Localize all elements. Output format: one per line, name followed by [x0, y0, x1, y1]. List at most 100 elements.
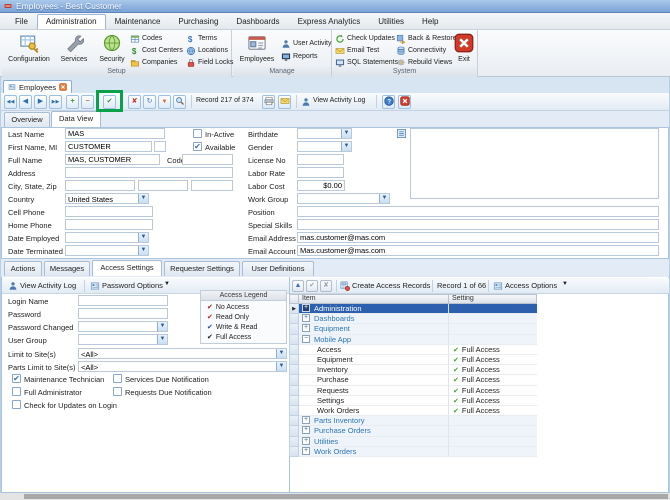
middle-initial-input[interactable]	[154, 141, 166, 152]
tab-close-icon[interactable]	[59, 83, 67, 91]
grid-row-selector[interactable]	[289, 365, 299, 375]
birthdate-dropdown[interactable]: ▼	[297, 128, 352, 139]
grid-row-selector[interactable]	[289, 314, 299, 324]
grid-row-selector[interactable]	[289, 406, 299, 416]
grid-row-selector[interactable]	[289, 345, 299, 355]
access-grid-row-setting[interactable]: ✔Full Access	[449, 355, 537, 365]
tab-user-definitions[interactable]: User Definitions	[242, 261, 314, 276]
access-grid-row-item[interactable]: +Dashboards	[299, 314, 449, 324]
expand-node-icon[interactable]: +	[302, 304, 310, 312]
horizontal-scrollbar[interactable]	[24, 494, 668, 499]
state-input[interactable]	[138, 180, 188, 191]
refresh-button[interactable]: ↻	[143, 95, 156, 109]
full-administrator-checkbox[interactable]	[12, 387, 21, 396]
discard-button[interactable]: ✘	[320, 280, 332, 292]
grid-row-selector[interactable]	[289, 324, 299, 334]
menu-tab-maintenance[interactable]: Maintenance	[106, 14, 170, 29]
access-grid-row-item[interactable]: Equipment	[299, 355, 449, 365]
expand-node-icon[interactable]: +	[302, 447, 310, 455]
email-test-button[interactable]: Email Test	[335, 45, 379, 56]
special-skills-input[interactable]	[297, 219, 659, 230]
access-grid-row-setting[interactable]	[449, 416, 537, 426]
tab-data-view[interactable]: Data View	[51, 111, 101, 127]
chevron-down-icon[interactable]: ▼	[379, 194, 389, 203]
check-for-updates-checkbox[interactable]	[12, 400, 21, 409]
security-button[interactable]: Security	[94, 32, 130, 66]
password-changed-dropdown[interactable]: ▼	[78, 321, 168, 332]
code-input[interactable]	[182, 154, 233, 165]
access-grid-row-setting[interactable]: ✔Full Access	[449, 345, 537, 355]
grid-row-selector[interactable]	[289, 386, 299, 396]
access-grid-row-item[interactable]: Work Orders	[299, 406, 449, 416]
grid-row-selector[interactable]	[289, 375, 299, 385]
password-input[interactable]	[78, 308, 168, 319]
grid-row-selector[interactable]	[289, 335, 299, 345]
chevron-down-icon[interactable]: ▼	[157, 335, 167, 344]
user-group-dropdown[interactable]: ▼	[78, 334, 168, 345]
available-checkbox[interactable]: ✔	[193, 142, 202, 151]
locations-button[interactable]: Locations	[186, 45, 228, 56]
menu-tab-administration[interactable]: Administration	[37, 14, 106, 29]
email-button[interactable]	[278, 95, 291, 109]
menu-tab-express-analytics[interactable]: Express Analytics	[289, 14, 370, 29]
expand-node-icon[interactable]: +	[302, 426, 310, 434]
notes-textarea[interactable]	[410, 128, 659, 199]
gender-dropdown[interactable]: ▼	[297, 141, 352, 152]
access-grid-row-item[interactable]: −Mobile App	[299, 335, 449, 345]
grid-row-selector[interactable]	[289, 355, 299, 365]
view-activity-log-button[interactable]: View Activity Log	[20, 281, 76, 290]
collapse-node-icon[interactable]: −	[302, 335, 310, 343]
email-address-input[interactable]	[297, 232, 659, 243]
access-grid-row-setting[interactable]	[449, 335, 537, 345]
tab-actions[interactable]: Actions	[4, 261, 42, 276]
terms-button[interactable]: $Terms	[186, 33, 217, 44]
work-group-dropdown[interactable]: ▼	[297, 193, 390, 204]
grid-row-selector[interactable]	[289, 426, 299, 436]
services-button[interactable]: Services	[56, 32, 92, 66]
tab-requester-settings[interactable]: Requester Settings	[164, 261, 240, 276]
grid-row-selector[interactable]: ▶	[289, 304, 299, 314]
previous-record-button[interactable]: ◀	[19, 95, 32, 109]
access-grid-row-setting[interactable]	[449, 447, 537, 457]
maintenance-technician-checkbox[interactable]: ✔	[12, 374, 21, 383]
city-input[interactable]	[65, 180, 135, 191]
chevron-down-icon[interactable]: ▼	[138, 194, 148, 203]
jump-button[interactable]: ▼	[158, 95, 171, 109]
date-terminated-dropdown[interactable]: ▼	[65, 245, 149, 256]
access-grid-row-item[interactable]: +Purchase Orders	[299, 426, 449, 436]
full-name-input[interactable]	[65, 154, 160, 165]
chevron-down-icon[interactable]: ▼	[341, 129, 351, 138]
email-account-input[interactable]	[297, 245, 659, 256]
password-options-button[interactable]: Password Options	[102, 281, 163, 290]
notes-icon[interactable]	[396, 128, 407, 139]
expand-node-icon[interactable]: +	[302, 314, 310, 322]
check-updates-button[interactable]: Check Updates	[335, 33, 395, 44]
save-record-button[interactable]: ✔	[103, 95, 116, 109]
first-name-input[interactable]	[65, 141, 152, 152]
close-button[interactable]	[398, 95, 411, 109]
tab-access-settings[interactable]: Access Settings	[92, 260, 162, 276]
access-grid-row-setting[interactable]: ✔Full Access	[449, 365, 537, 375]
view-activity-log-button[interactable]: View Activity Log	[313, 97, 365, 104]
access-grid-row-setting[interactable]	[449, 426, 537, 436]
tab-messages[interactable]: Messages	[44, 261, 90, 276]
configuration-button[interactable]: Configuration	[4, 32, 54, 66]
access-grid-row-setting[interactable]: ✔Full Access	[449, 375, 537, 385]
document-tab-employees[interactable]: Employees	[3, 80, 72, 93]
parts-limit-to-sites-dropdown[interactable]: <All>▼	[78, 361, 287, 372]
find-button[interactable]	[173, 95, 186, 109]
grid-row-selector[interactable]	[289, 416, 299, 426]
cell-phone-input[interactable]	[65, 206, 153, 217]
chevron-down-icon[interactable]: ▼	[276, 349, 286, 358]
limit-to-sites-dropdown[interactable]: <All>▼	[78, 348, 287, 359]
services-due-notification-checkbox[interactable]	[113, 374, 122, 383]
access-grid-row-setting[interactable]	[449, 437, 537, 447]
access-grid-row-item[interactable]: Requests	[299, 386, 449, 396]
delete-record-button[interactable]: −	[81, 95, 94, 109]
access-grid-row-setting[interactable]	[449, 314, 537, 324]
login-name-input[interactable]	[78, 295, 168, 306]
expand-node-icon[interactable]: +	[302, 437, 310, 445]
menu-tab-help[interactable]: Help	[413, 14, 447, 29]
access-grid-row-item[interactable]: Purchase	[299, 375, 449, 385]
last-record-button[interactable]: ▶▶	[49, 95, 62, 109]
